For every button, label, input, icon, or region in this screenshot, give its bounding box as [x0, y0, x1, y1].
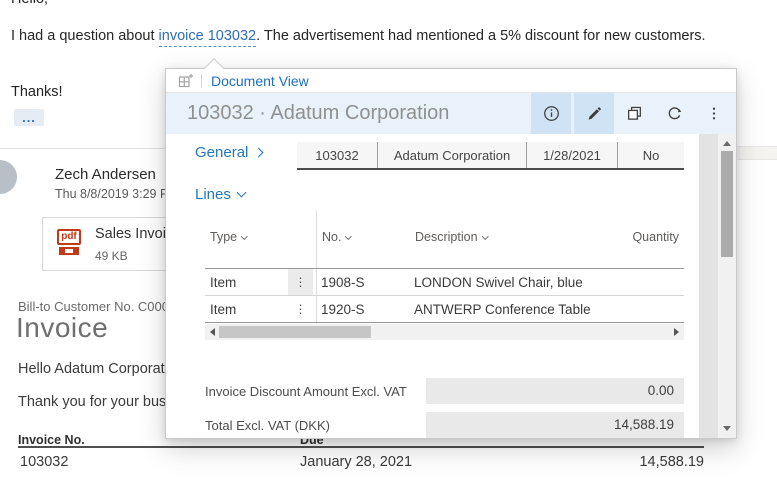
table-row[interactable]: Item ⋮ 1920-S ANTWERP Conference Table — [205, 296, 684, 323]
content-right-gutter — [699, 134, 718, 438]
copy-icon — [626, 105, 643, 122]
horizontal-scroll-thumb[interactable] — [219, 326, 371, 338]
scroll-left-arrow[interactable] — [210, 328, 215, 336]
column-header-description[interactable]: Description — [415, 230, 487, 244]
invoice-heading: Invoice — [16, 312, 108, 344]
avatar — [0, 160, 17, 194]
column-header-no[interactable]: No. — [322, 230, 351, 244]
email-reading-pane: Hello, I had a question about invoice 10… — [0, 0, 777, 503]
vertical-scrollbar[interactable] — [718, 134, 736, 438]
column-header-type[interactable]: Type — [210, 230, 247, 244]
chevron-down-icon — [241, 233, 247, 239]
popup-page-title: 103032 · Adatum Corporation — [187, 102, 449, 125]
popup-titlebar: 103032 · Adatum Corporation — [166, 93, 736, 134]
general-field-customer[interactable]: Adatum Corporation — [377, 142, 526, 168]
summary-col-invoice-no: Invoice No. — [18, 433, 85, 447]
edit-button[interactable] — [574, 93, 614, 134]
general-section-toggle[interactable]: General — [195, 144, 262, 161]
more-options-button[interactable] — [694, 93, 734, 134]
pdf-icon-label: pdf — [57, 229, 81, 245]
document-view-link[interactable]: Document View — [211, 73, 309, 89]
pdf-file-icon: pdf — [55, 226, 83, 255]
summary-amount: 14,588.19 — [550, 454, 704, 470]
scroll-up-arrow[interactable] — [723, 141, 731, 146]
chevron-down-icon — [346, 233, 352, 239]
summary-invoice-no: 103032 — [20, 454, 68, 470]
lines-table: Item ⋮ 1908-S LONDON Swivel Chair, blue … — [205, 268, 684, 323]
lines-section-toggle[interactable]: Lines — [195, 186, 245, 203]
line-type: Item — [210, 296, 236, 323]
column-header-quantity[interactable]: Quantity — [632, 230, 679, 244]
general-field-date[interactable]: 1/28/2021 — [526, 142, 617, 168]
general-label: General — [195, 144, 248, 161]
horizontal-scrollbar[interactable] — [205, 324, 684, 340]
email-paragraph: I had a question about invoice 103032. T… — [11, 28, 736, 44]
refresh-button[interactable] — [654, 93, 694, 134]
invoice-discount-label: Invoice Discount Amount Excl. VAT — [205, 384, 407, 399]
lines-label: Lines — [195, 186, 231, 203]
general-field-flag[interactable]: No — [617, 142, 684, 168]
info-button[interactable] — [531, 93, 571, 134]
topbar-separator — [201, 74, 202, 88]
vertical-scroll-thumb[interactable] — [721, 151, 733, 257]
document-view-popup: Document View 103032 · Adatum Corporatio… — [165, 68, 737, 439]
summary-header-rule — [18, 446, 704, 448]
pdf-icon-bar — [59, 247, 79, 255]
chevron-down-icon — [236, 188, 246, 198]
table-row[interactable]: Item ⋮ 1908-S LONDON Swivel Chair, blue — [205, 269, 684, 296]
copy-button[interactable] — [614, 93, 654, 134]
pencil-icon — [586, 106, 602, 122]
popup-content: General 103032 Adatum Corporation 1/28/2… — [166, 134, 736, 438]
general-fields-row: 103032 Adatum Corporation 1/28/2021 No — [297, 142, 684, 170]
email-signoff: Thanks! — [11, 84, 63, 100]
invoice-link[interactable]: invoice 103032 — [159, 28, 257, 47]
total-excl-vat-label: Total Excl. VAT (DKK) — [205, 418, 330, 433]
email-body-before: I had a question about — [11, 28, 159, 44]
attachment-card[interactable]: pdf Sales Invoice 10 49 KB — [42, 217, 183, 271]
row-options-icon[interactable]: ⋮ — [288, 269, 313, 295]
line-no: 1908-S — [321, 269, 365, 296]
chevron-right-icon — [254, 148, 264, 158]
scroll-down-arrow[interactable] — [723, 426, 731, 431]
general-field-no[interactable]: 103032 — [297, 142, 377, 168]
refresh-icon — [666, 105, 683, 122]
line-description: ANTWERP Conference Table — [414, 296, 591, 323]
invoice-discount-field[interactable]: 0.00 — [426, 378, 684, 404]
line-no: 1920-S — [321, 296, 365, 323]
sender-name: Zech Andersen — [55, 166, 156, 183]
popup-toolbar — [531, 93, 734, 134]
scroll-right-arrow[interactable] — [674, 328, 679, 336]
summary-due-date: January 28, 2021 — [300, 454, 412, 470]
line-description: LONDON Swivel Chair, blue — [414, 269, 583, 296]
popup-topbar: Document View — [166, 69, 736, 93]
vertical-ellipsis-icon — [706, 105, 722, 122]
info-icon — [543, 105, 560, 122]
attachment-size: 49 KB — [95, 249, 128, 263]
email-greeting: Hello, — [11, 0, 48, 7]
view-grid-icon — [178, 73, 194, 89]
total-excl-vat-field[interactable]: 14,588.19 — [426, 412, 684, 438]
show-trimmed-content-button[interactable]: ... — [14, 109, 44, 126]
chevron-down-icon — [482, 233, 488, 239]
email-body-after: . The advertisement had mentioned a 5% d… — [256, 28, 705, 44]
invoice-hello-line: Hello Adatum Corporatio — [18, 361, 176, 377]
line-type: Item — [210, 269, 236, 296]
sent-timestamp: Thu 8/8/2019 3:29 PM — [55, 187, 179, 201]
row-options-icon[interactable]: ⋮ — [288, 296, 313, 322]
invoice-thankyou-line: Thank you for your busin — [18, 394, 178, 410]
